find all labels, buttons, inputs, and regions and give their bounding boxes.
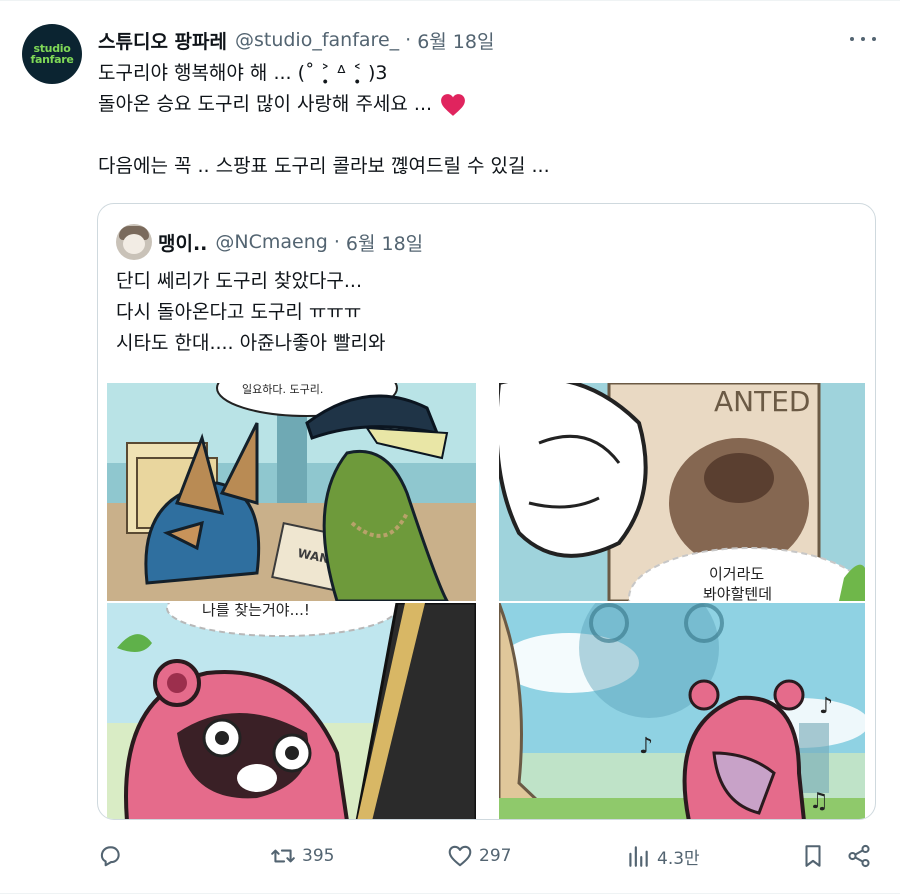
more-options-icon[interactable] <box>850 28 876 50</box>
author-display-name[interactable]: 스튜디오 팡파레 <box>98 27 227 54</box>
views-count: 4.3만 <box>657 848 700 869</box>
reply-icon <box>100 846 120 867</box>
panel2-speech-line2: 봐야할텐데 <box>703 585 772 601</box>
comic-illustration: 나를 찾는거야...! <box>107 603 476 819</box>
panel3-speech-text: 나를 찾는거야...! <box>202 603 310 619</box>
quoted-text-line: 다시 돌아온다고 도구리 ㅠㅠㅠ <box>116 301 362 323</box>
svg-text:♫: ♫ <box>809 789 829 814</box>
tweet-actions-bar: 395 297 4.3만 <box>0 834 900 878</box>
comic-panel-3[interactable]: 나를 찾는거야...! <box>107 603 476 819</box>
comic-illustration: ♪ ♪ ♫ <box>499 603 865 819</box>
author-avatar[interactable]: studio fanfare <box>22 24 82 84</box>
panel2-wanted-sign: ANTED <box>714 385 810 418</box>
author-handle[interactable]: @studio_fanfare_ <box>235 29 399 51</box>
tweet-text-line: 다음에는 꼭 .. 스팡표 도구리 콜라보 꼖여드릴 수 있길 ... <box>98 155 550 177</box>
svg-text:♪: ♪ <box>639 734 653 759</box>
bookmark-button[interactable] <box>800 834 826 878</box>
tweet-text-line: 돌아온 승요 도구리 많이 사랑해 주세요 ... <box>98 93 433 115</box>
quoted-text-line: 단디 쎄리가 도구리 찾았다구... <box>116 270 362 292</box>
quoted-tweet-timestamp: 6월 18일 <box>345 232 424 255</box>
quoted-text-line: 시타도 한대.... 아쥰나좋아 빨리와 <box>116 332 386 354</box>
tweet-header: 스튜디오 팡파레 @studio_fanfare_ · 6월 18일 <box>98 27 494 53</box>
tweet-text: 도구리야 행복해야 해 ... (˚ ˃̣̣̥ ᐞ ˂̣̣̥ )3 돌아온 승요… <box>98 58 868 182</box>
like-button[interactable]: 297 <box>447 834 511 878</box>
share-button[interactable] <box>846 834 872 878</box>
quoted-author-display-name: 맹이.. <box>158 232 208 255</box>
quoted-tweet[interactable]: 맹이.. @NCmaeng · 6월 18일 단디 쎄리가 도구리 찾았다구..… <box>97 203 876 820</box>
tweet-text-line-with-heart: 돌아온 승요 도구리 많이 사랑해 주세요 ... <box>98 89 868 120</box>
views-chart-icon <box>629 846 648 867</box>
heart-icon <box>448 845 472 867</box>
retweet-button[interactable]: 395 <box>270 834 334 878</box>
comic-illustration: ANTED 이거라도 봐야할텐데 <box>499 383 865 601</box>
separator-dot: · <box>405 29 412 51</box>
quoted-author-handle: @NCmaeng <box>215 231 328 253</box>
quoted-media-grid[interactable]: 일요하다. 도구리. WANTED A <box>107 383 867 819</box>
comic-panel-4[interactable]: ♪ ♪ ♫ <box>499 603 865 819</box>
bookmark-icon <box>805 845 821 867</box>
views-button[interactable]: 4.3만 <box>625 834 700 878</box>
comic-panel-1[interactable]: 일요하다. 도구리. WANTED <box>107 383 476 601</box>
tweet-timestamp[interactable]: 6월 18일 <box>417 27 494 54</box>
like-count: 297 <box>479 846 512 866</box>
red-heart-emoji-icon <box>441 93 465 116</box>
divider <box>0 0 900 1</box>
retweet-icon <box>271 849 295 863</box>
quoted-tweet-header: 맹이.. @NCmaeng · 6월 18일 <box>116 224 423 260</box>
quoted-tweet-text: 단디 쎄리가 도구리 찾았다구... 다시 돌아온다고 도구리 ㅠㅠㅠ 시타도 … <box>116 266 856 359</box>
panel2-speech-line1: 이거라도 <box>709 565 764 583</box>
reply-button[interactable] <box>97 834 129 878</box>
svg-text:♪: ♪ <box>819 694 833 719</box>
separator-dot: · <box>333 231 340 253</box>
quoted-author-avatar <box>116 224 152 260</box>
comic-panel-2[interactable]: ANTED 이거라도 봐야할텐데 <box>499 383 865 601</box>
tweet-text-blank-line <box>98 120 868 151</box>
comic-illustration: 일요하다. 도구리. WANTED <box>107 383 476 601</box>
tweet-article[interactable]: studio fanfare 스튜디오 팡파레 @studio_fanfare_… <box>0 0 900 894</box>
panel1-speech-text: 일요하다. 도구리. <box>242 383 323 396</box>
avatar-text-line2: fanfare <box>30 53 74 66</box>
share-icon <box>848 844 870 868</box>
tweet-text-line: 도구리야 행복해야 해 ... (˚ ˃̣̣̥ ᐞ ˂̣̣̥ )3 <box>98 62 388 84</box>
retweet-count: 395 <box>302 846 335 866</box>
